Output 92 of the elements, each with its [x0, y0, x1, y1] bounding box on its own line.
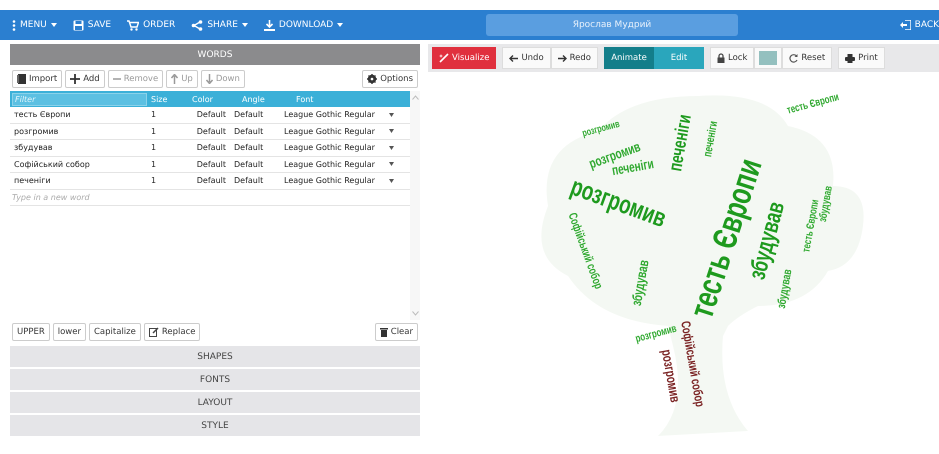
table-cell-text: Default — [196, 175, 227, 188]
book-icon — [17, 74, 26, 84]
options-button[interactable]: Options — [362, 70, 418, 88]
gear-icon — [367, 74, 378, 84]
minus-icon — [112, 77, 121, 81]
vertical-dots-icon — [12, 20, 16, 30]
sign-out-icon — [900, 20, 911, 30]
table-cell-text: 1 — [150, 126, 158, 138]
replace-button[interactable]: Replace — [144, 323, 200, 341]
table-cell: League Gothic Regular — [280, 156, 394, 172]
table-cell: League Gothic Regular — [280, 124, 394, 139]
cloud-word[interactable]: тесть Європи — [786, 91, 840, 118]
table-cell: League Gothic Regular — [280, 107, 394, 122]
table-cell-text: Default — [196, 142, 227, 154]
table-cell-text: Default — [233, 158, 264, 171]
nav-menu-button[interactable]: DOWNLOAD — [258, 16, 350, 34]
case-button[interactable]: Capitalize — [89, 323, 141, 341]
cloud-word[interactable]: розгромив — [580, 118, 621, 139]
arrow-down-icon — [206, 74, 213, 84]
table-cell-text: розгромив — [13, 126, 60, 138]
nav-menu-button[interactable]: ORDER — [121, 16, 182, 34]
clear-button[interactable]: Clear — [374, 323, 418, 341]
edit-icon — [148, 327, 159, 337]
section-header[interactable]: FONTS — [10, 369, 420, 390]
new-word-field[interactable]: Type in a new word — [10, 192, 154, 203]
table-cell-text: Default — [196, 126, 227, 138]
download-icon — [264, 20, 275, 30]
column-header: Angle — [241, 94, 266, 104]
trash-icon — [380, 327, 388, 337]
padlock-icon — [717, 53, 726, 63]
plus-icon — [70, 74, 80, 84]
table-cell-text: збудував — [13, 142, 54, 154]
table-cell-text: Default — [233, 109, 264, 122]
table-cell: League Gothic Regular — [280, 140, 394, 156]
arrow-left-icon — [509, 54, 518, 62]
case-button[interactable]: UPPER — [12, 323, 50, 341]
magic-wand-icon — [439, 53, 449, 63]
dropdown-caret-icon — [389, 162, 394, 166]
table-cell-text: 1 — [150, 175, 158, 188]
table-cell-text: печеніги — [13, 175, 52, 188]
table-cell-text: 1 — [150, 142, 158, 154]
cart-icon — [127, 20, 140, 30]
cloud-word[interactable]: печеніги — [702, 120, 721, 158]
redo-button[interactable]: Redo — [550, 47, 598, 69]
table-cell-text: 1 — [150, 158, 158, 171]
nav-menu-button[interactable]: SAVE — [66, 16, 118, 34]
table-cell-text: Default — [233, 142, 264, 154]
nav-menu-button[interactable]: SHARE — [185, 16, 254, 34]
section-header[interactable]: STYLE — [10, 415, 420, 436]
table-cell-text: Default — [233, 175, 264, 188]
dropdown-caret-icon — [389, 146, 394, 150]
reset-button[interactable]: Reset — [782, 47, 832, 69]
scroll-down-icon — [412, 311, 418, 316]
table-cell-text: Default — [196, 109, 227, 122]
table-cell-text: Default — [233, 126, 264, 138]
nav-menu-button[interactable]: MENU — [6, 16, 63, 34]
undo-button[interactable]: Undo — [502, 47, 551, 69]
dropdown-caret-icon — [389, 178, 394, 183]
scroll-up-icon — [412, 95, 418, 100]
table-cell-text: Софійський собор — [13, 158, 91, 171]
dropdown-caret-icon — [389, 112, 394, 117]
mode-tab[interactable]: Edit — [654, 47, 704, 69]
column-header: Size — [150, 94, 168, 104]
lock-button[interactable]: Lock — [710, 47, 754, 69]
section-header[interactable]: SHAPES — [10, 346, 420, 367]
mode-tab[interactable]: Animate — [604, 47, 654, 69]
dropdown-caret-icon — [389, 129, 394, 134]
arrow-right-icon — [558, 54, 567, 62]
words-section-header[interactable]: WORDS — [10, 44, 420, 65]
arrow-up-icon — [171, 74, 178, 84]
print-button[interactable]: Print — [838, 47, 885, 69]
column-header: Font — [295, 94, 314, 104]
section-header[interactable]: LAYOUT — [10, 392, 420, 413]
back-button[interactable]: BACK — [894, 16, 939, 34]
table-cell-text: 1 — [150, 109, 158, 122]
refresh-icon — [789, 54, 798, 62]
title-field[interactable]: Ярослав Мудрий — [486, 14, 738, 36]
share-icon — [191, 20, 204, 30]
cloud-word[interactable]: печеніги — [664, 112, 696, 173]
cloud-word[interactable]: збудував — [628, 258, 652, 307]
filter-field[interactable]: Filter — [12, 92, 147, 106]
visualize-button[interactable]: Visualize — [432, 47, 496, 69]
toolbar-button[interactable]: Add — [65, 70, 105, 88]
column-header: Color — [191, 94, 214, 104]
toolbar-button[interactable]: Import — [12, 70, 62, 88]
color-swatch-button[interactable] — [754, 47, 782, 69]
case-button[interactable]: lower — [52, 323, 86, 341]
scrollbar[interactable] — [410, 91, 420, 320]
table-cell-text: Default — [196, 158, 227, 171]
table-cell: League Gothic Regular — [280, 173, 394, 188]
table-cell-text: тесть Європи — [13, 109, 72, 122]
cloud-word[interactable]: розгромив — [634, 322, 678, 346]
